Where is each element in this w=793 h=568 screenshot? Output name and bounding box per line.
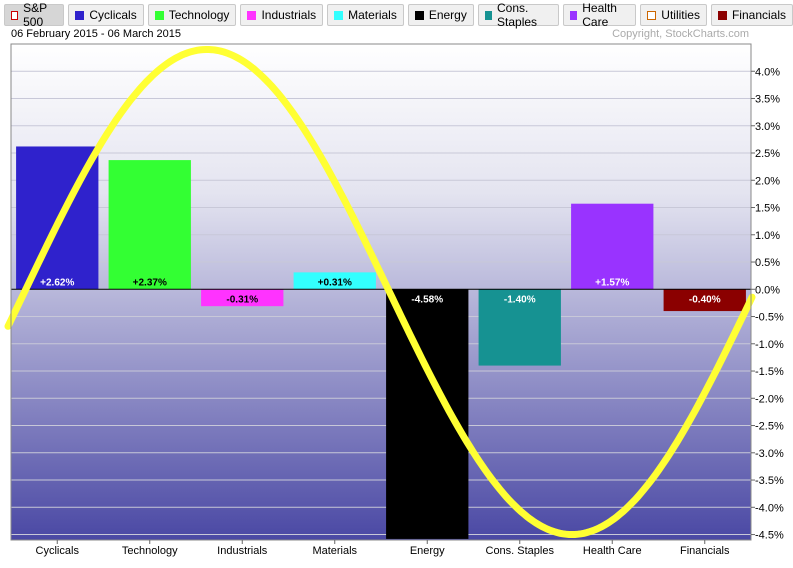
y-tick-label: 3.0% [755,121,780,133]
x-category-label: Energy [410,545,445,557]
data-label: -4.58% [411,294,443,305]
y-tick-label: -3.5% [755,475,784,487]
y-tick-label: 4.0% [755,66,780,78]
y-tick-label: -1.0% [755,339,784,351]
data-label: +2.62% [40,277,74,288]
data-label: -0.31% [226,294,258,305]
data-label: -0.40% [689,294,721,305]
y-tick-label: 3.5% [755,94,780,106]
copyright: Copyright, StockCharts.com [612,28,749,40]
x-category-label: Financials [680,545,730,557]
y-tick-label: 2.0% [755,175,780,187]
bar [108,160,191,290]
x-category-label: Technology [122,545,178,557]
y-tick-label: -2.5% [755,421,784,433]
y-tick-label: -2.0% [755,393,784,405]
date-range: 06 February 2015 - 06 March 2015 [11,28,181,40]
y-tick-label: -4.5% [755,530,784,542]
y-tick-label: 0.5% [755,257,780,269]
data-label: +1.57% [595,277,629,288]
bar [386,289,469,539]
y-axis-ticks: 4.0% 3.5% 3.0% 2.5% 2.0% 1.5% 1.0% 0.5% 0.0% -0.5… [751,66,784,542]
y-tick-label: -1.5% [755,366,784,378]
x-category-label: Materials [312,545,357,557]
data-label: -1.40% [504,294,536,305]
x-category-label: Cons. Staples [486,545,555,557]
x-category-label: Health Care [583,545,642,557]
sector-performance-chart: +2.62% +2.37% -0.31% +0.31% -4.58% -1.40% +1.5… [4,28,784,557]
data-label: +2.37% [133,277,167,288]
y-tick-label: 2.5% [755,148,780,160]
x-category-label: Cyclicals [36,545,80,557]
x-axis-categories: Cyclicals Technology Industrials Materials E… [36,540,730,557]
y-tick-label: -3.0% [755,448,784,460]
plot-background [11,44,751,540]
y-tick-label: 1.0% [755,230,780,242]
y-tick-label: -0.5% [755,312,784,324]
y-tick-label: 0.0% [755,284,780,296]
y-tick-label: -4.0% [755,502,784,514]
x-category-label: Industrials [217,545,268,557]
y-tick-label: 1.5% [755,203,780,215]
data-label: +0.31% [318,277,352,288]
